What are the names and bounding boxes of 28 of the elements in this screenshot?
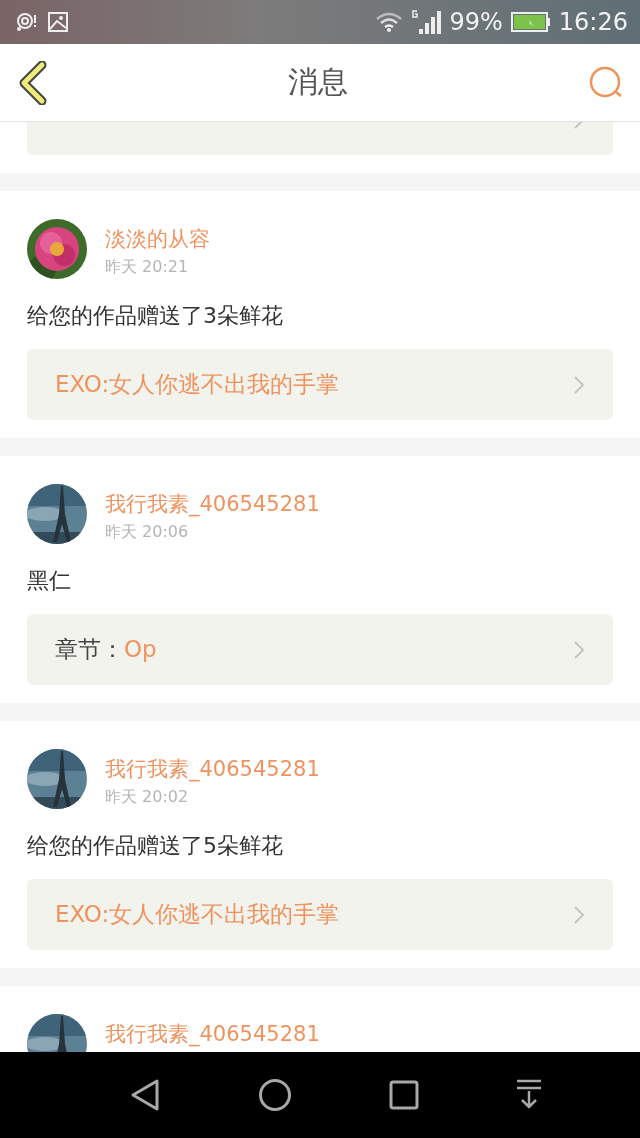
- chevron-right-icon: [573, 639, 585, 660]
- user-name[interactable]: 淡淡的从容: [105, 225, 210, 253]
- work-link[interactable]: EXO:女人你逃不出我的手掌: [27, 879, 613, 950]
- battery-percent: 99%: [449, 8, 503, 36]
- signal-icon: [411, 9, 442, 35]
- back-icon[interactable]: [18, 60, 48, 105]
- home-icon[interactable]: [257, 1078, 292, 1112]
- location-alert-icon: [16, 12, 38, 32]
- timestamp: 昨天 20:21: [105, 257, 190, 278]
- message-text: 给您的作品赠送了5朵鲜花: [27, 832, 284, 860]
- chevron-right-icon: [573, 904, 585, 925]
- user-name[interactable]: 我行我素_406545281: [105, 490, 320, 518]
- image-icon: [48, 12, 68, 32]
- timestamp: 昨天 20:02: [105, 787, 190, 808]
- message-text: 黑仁: [27, 567, 72, 595]
- clock: 16:26: [558, 8, 628, 36]
- chevron-right-icon: [573, 374, 585, 395]
- user-name[interactable]: 我行我素_406545281: [105, 1020, 320, 1048]
- recent-apps-icon[interactable]: [388, 1080, 419, 1110]
- user-name[interactable]: 我行我素_406545281: [105, 755, 320, 783]
- timestamp: 昨天 20:06: [105, 522, 190, 543]
- battery-charging-icon: [510, 12, 551, 32]
- work-link[interactable]: 章节：Op: [27, 614, 613, 685]
- notification-pull-icon[interactable]: [515, 1079, 542, 1111]
- wifi-icon: [375, 12, 404, 32]
- page-title: 消息: [288, 63, 348, 101]
- message-text: 给您的作品赠送了3朵鲜花: [27, 302, 284, 330]
- work-link[interactable]: EXO:女人你逃不出我的手掌: [27, 349, 613, 420]
